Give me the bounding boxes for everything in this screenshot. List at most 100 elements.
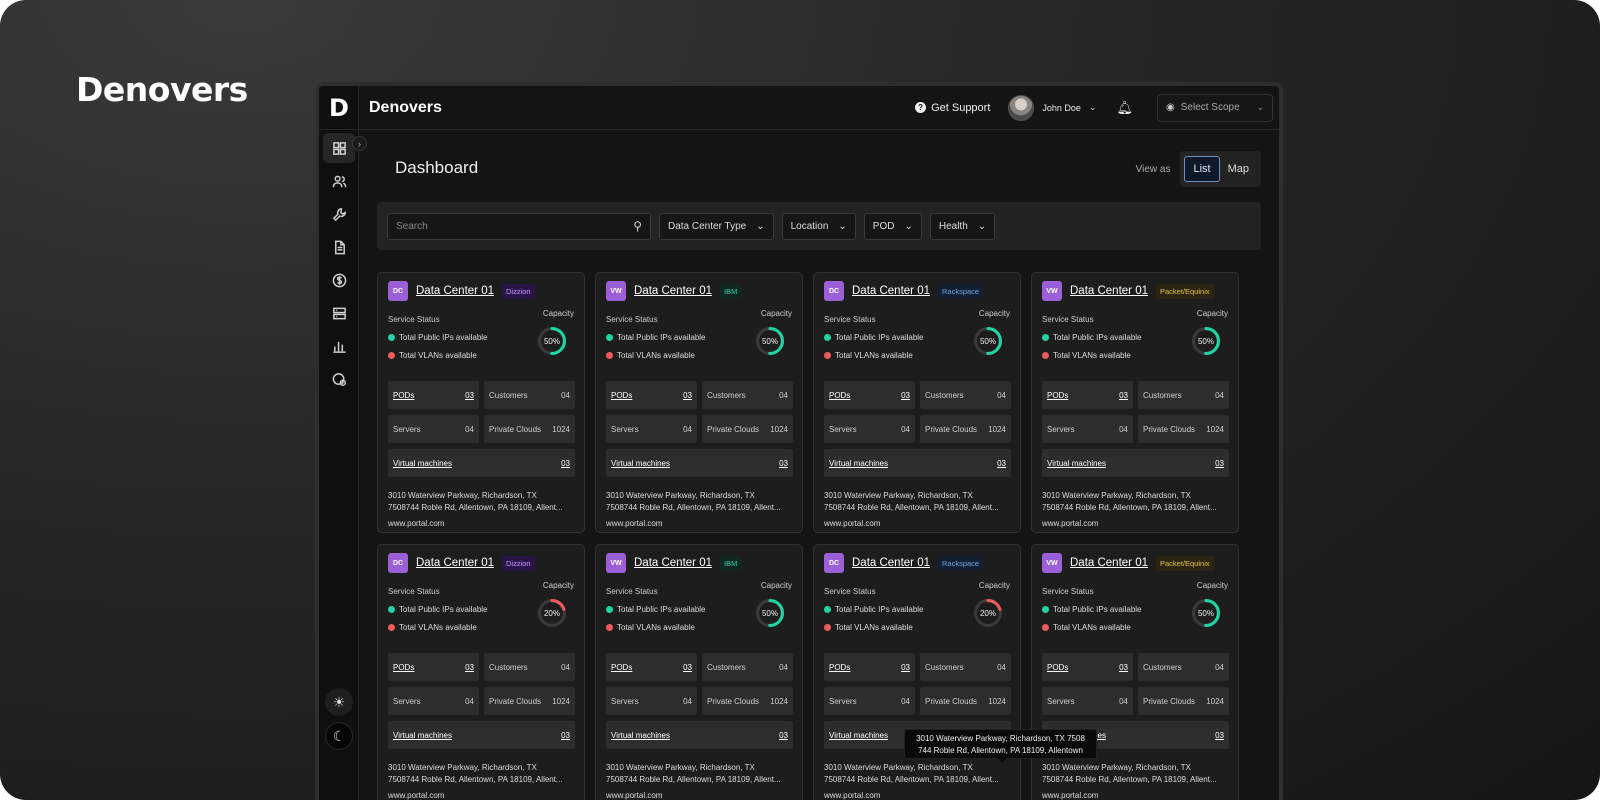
virtual-machines-label: Virtual machines: [611, 458, 670, 468]
data-center-title-link[interactable]: Data Center 01: [1070, 285, 1148, 297]
dollar-icon[interactable]: [323, 265, 355, 295]
data-center-card[interactable]: VW Data Center 01 IBM Service Status Cap…: [595, 544, 803, 800]
provider-badge: Rackspace: [938, 555, 984, 571]
public-ips-label: Total Public IPs available: [617, 605, 706, 614]
data-center-card[interactable]: VW Data Center 01 Packet/Equinix Service…: [1031, 272, 1239, 533]
address[interactable]: 3010 Waterview Parkway, Richardson, TX 7…: [824, 762, 1010, 786]
pods-stat[interactable]: PODs 03: [388, 653, 479, 681]
pods-value: 03: [1119, 390, 1128, 400]
pods-stat[interactable]: PODs 03: [1042, 653, 1133, 681]
private-clouds-value: 1024: [1206, 696, 1224, 706]
pods-stat[interactable]: PODs 03: [388, 381, 479, 409]
address[interactable]: 3010 Waterview Parkway, Richardson, TX 7…: [824, 490, 1010, 514]
servers-label: Servers: [829, 424, 857, 434]
page-title: Dashboard: [395, 158, 479, 177]
data-center-card[interactable]: VW Data Center 01 Packet/Equinix Service…: [1031, 544, 1239, 800]
data-center-card[interactable]: DC Data Center 01 Rackspace Service Stat…: [813, 272, 1021, 533]
pods-label: PODs: [611, 390, 633, 400]
app-logo[interactable]: D: [319, 86, 359, 130]
view-map-button[interactable]: Map: [1220, 156, 1257, 182]
address[interactable]: 3010 Waterview Parkway, Richardson, TX 7…: [1042, 762, 1228, 786]
pod-dropdown[interactable]: POD ⌄: [863, 212, 922, 240]
virtual-machines-stat[interactable]: Virtual machines 03: [606, 721, 793, 749]
virtual-machines-stat[interactable]: Virtual machines 03: [1042, 449, 1229, 477]
sidebar-expand-chevron-icon[interactable]: ›: [352, 136, 367, 151]
server-icon[interactable]: [323, 298, 355, 328]
app-title: Denovers: [369, 98, 442, 116]
data-center-card[interactable]: VW Data Center 01 IBM Service Status Cap…: [595, 272, 803, 533]
bar-chart-icon[interactable]: [323, 331, 355, 361]
data-center-title-link[interactable]: Data Center 01: [416, 557, 494, 569]
users-icon[interactable]: [323, 166, 355, 196]
pods-stat[interactable]: PODs 03: [606, 653, 697, 681]
address[interactable]: 3010 Waterview Parkway, Richardson, TX 7…: [1042, 490, 1228, 514]
user-menu[interactable]: John Doe ⌄: [1008, 94, 1097, 121]
portal-url[interactable]: www.portal.com: [824, 791, 1010, 800]
moon-icon[interactable]: ☾: [325, 722, 353, 750]
servers-value: 04: [901, 696, 910, 706]
portal-url[interactable]: www.portal.com: [388, 791, 574, 800]
public-ips-label: Total Public IPs available: [1053, 333, 1142, 342]
pods-value: 03: [465, 390, 474, 400]
portal-url[interactable]: www.portal.com: [388, 519, 574, 528]
virtual-machines-stat[interactable]: Virtual machines 03: [388, 449, 575, 477]
wrench-icon[interactable]: [323, 199, 355, 229]
portal-url[interactable]: www.portal.com: [824, 519, 1010, 528]
dashboard-icon[interactable]: [323, 133, 355, 163]
location-dropdown[interactable]: Location ⌄: [781, 212, 856, 240]
virtual-machines-stat[interactable]: Virtual machines 03: [606, 449, 793, 477]
address[interactable]: 3010 Waterview Parkway, Richardson, TX 7…: [388, 490, 574, 514]
data-center-card[interactable]: DC Data Center 01 Rackspace Service Stat…: [813, 544, 1021, 800]
data-center-title-link[interactable]: Data Center 01: [852, 285, 930, 297]
portal-url[interactable]: www.portal.com: [1042, 519, 1228, 528]
servers-label: Servers: [393, 696, 421, 706]
status-dot-green: [388, 334, 395, 341]
pods-stat[interactable]: PODs 03: [824, 381, 915, 409]
virtual-machines-stat[interactable]: Virtual machines 03: [824, 449, 1011, 477]
health-dropdown[interactable]: Health ⌄: [929, 212, 996, 240]
settings-shield-icon[interactable]: [323, 364, 355, 394]
virtual-machines-stat[interactable]: Virtual machines 03: [388, 721, 575, 749]
data-center-title-link[interactable]: Data Center 01: [416, 285, 494, 297]
address-line: 7508744 Roble Rd, Allentown, PA 18109, A…: [388, 775, 563, 784]
customers-label: Customers: [925, 662, 964, 672]
address-line: 3010 Waterview Parkway, Richardson, TX: [388, 491, 537, 500]
search-input[interactable]: Search ⚲: [387, 212, 651, 240]
capacity-percent: 50%: [1197, 336, 1214, 346]
data-center-title-link[interactable]: Data Center 01: [634, 285, 712, 297]
pods-stat[interactable]: PODs 03: [606, 381, 697, 409]
portal-url[interactable]: www.portal.com: [606, 519, 792, 528]
data-center-card[interactable]: DC Data Center 01 Dizzion Service Status…: [377, 272, 585, 533]
document-icon[interactable]: [323, 232, 355, 262]
showcase-brand-title: Denovers: [76, 70, 248, 109]
chevron-down-icon: ⌄: [1088, 102, 1097, 112]
customers-value: 04: [1215, 662, 1224, 672]
public-ips-label: Total Public IPs available: [399, 333, 488, 342]
service-status-label: Service Status: [388, 587, 440, 596]
search-icon: ⚲: [633, 219, 642, 233]
capacity-label: Capacity: [978, 581, 1010, 590]
sun-icon[interactable]: ☀: [325, 688, 353, 716]
customers-stat: Customers 04: [920, 653, 1011, 681]
data-center-type-dropdown[interactable]: Data Center Type ⌄: [659, 212, 774, 240]
portal-url[interactable]: www.portal.com: [606, 791, 792, 800]
pods-stat[interactable]: PODs 03: [824, 653, 915, 681]
portal-url[interactable]: www.portal.com: [1042, 791, 1228, 800]
service-status-label: Service Status: [1042, 315, 1094, 324]
address[interactable]: 3010 Waterview Parkway, Richardson, TX 7…: [388, 762, 574, 786]
data-center-title-link[interactable]: Data Center 01: [634, 557, 712, 569]
private-clouds-label: Private Clouds: [1143, 696, 1196, 706]
select-scope-dropdown[interactable]: ◉ Select Scope ⌄: [1157, 93, 1273, 122]
select-scope-label: Select Scope: [1180, 102, 1240, 113]
address[interactable]: 3010 Waterview Parkway, Richardson, TX 7…: [606, 490, 792, 514]
address[interactable]: 3010 Waterview Parkway, Richardson, TX 7…: [606, 762, 792, 786]
view-list-button[interactable]: List: [1184, 156, 1220, 182]
pods-stat[interactable]: PODs 03: [1042, 381, 1133, 409]
data-center-card[interactable]: DC Data Center 01 Dizzion Service Status…: [377, 544, 585, 800]
bell-icon[interactable]: 🔔︎: [1116, 100, 1133, 116]
data-center-title-link[interactable]: Data Center 01: [1070, 557, 1148, 569]
vlans-status: Total VLANs available: [606, 351, 695, 360]
capacity-percent: 20%: [979, 608, 996, 618]
data-center-title-link[interactable]: Data Center 01: [852, 557, 930, 569]
get-support-button[interactable]: ? Get Support: [915, 102, 990, 114]
